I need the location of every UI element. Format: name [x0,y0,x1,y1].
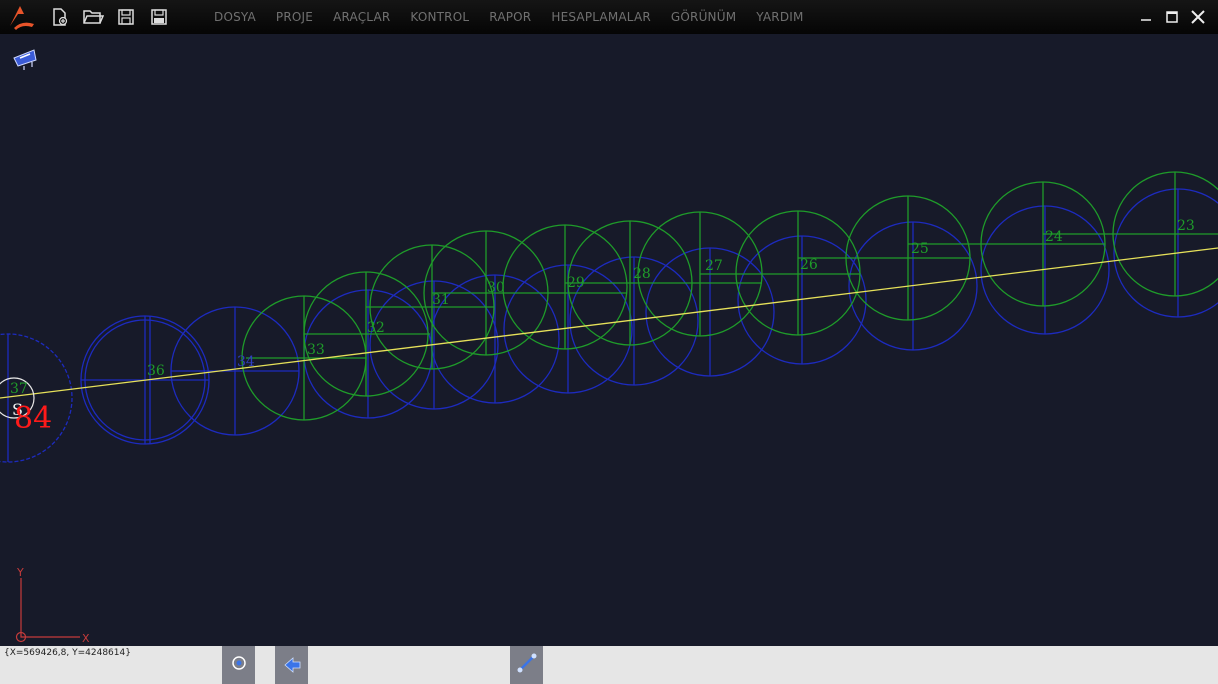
station-label: 24 [1045,229,1063,245]
section-circle [1113,188,1218,318]
station-label: 27 [705,258,723,274]
station-label: 34 [237,354,255,370]
menu-araclar[interactable]: ARAÇLAR [333,10,390,24]
drawing-canvas[interactable]: 23 24 25 26 27 28 29 30 31 32 33 34 36 3… [0,34,1218,646]
coordinate-readout: {X=569426,8, Y=4248614} [4,648,131,658]
station-label: 33 [307,342,325,358]
minimize-icon[interactable] [1134,5,1158,29]
snap-toggle-button[interactable] [222,646,255,684]
section-circle [0,333,73,463]
alignment-line[interactable] [0,247,1218,399]
menu-gorunum[interactable]: GÖRÜNÜM [671,10,736,24]
menu-hesaplamalar[interactable]: HESAPLAMALAR [551,10,651,24]
menu-kontrol[interactable]: KONTROL [410,10,469,24]
maximize-icon[interactable] [1160,5,1184,29]
station-labels: 23 24 25 26 27 28 29 30 31 32 33 34 36 3… [10,218,1195,397]
menu-proje[interactable]: PROJE [276,10,313,24]
title-bar: DOSYA PROJE ARAÇLAR KONTROL RAPOR HESAPL… [0,0,1218,34]
app-window: DOSYA PROJE ARAÇLAR KONTROL RAPOR HESAPL… [0,0,1218,684]
new-file-icon[interactable] [48,5,72,29]
start-number: 84 [14,401,52,436]
back-navigation-button[interactable] [275,646,308,684]
measure-tool-button[interactable] [510,646,543,684]
save-icon[interactable] [114,5,138,29]
station-label: 29 [567,275,585,291]
station-label: 36 [147,363,165,379]
status-bar: {X=569426,8, Y=4248614} [0,646,1218,684]
station-label: 31 [432,292,450,308]
station-label: 23 [1177,218,1195,234]
menu-dosya[interactable]: DOSYA [214,10,256,24]
menu-yardim[interactable]: YARDIM [756,10,803,24]
menu-rapor[interactable]: RAPOR [489,10,531,24]
station-label: 28 [633,266,651,282]
save-as-icon[interactable] [147,5,171,29]
ucs-axis-icon: Y X [15,566,90,645]
station-label: 25 [911,241,929,257]
arrow-back-icon [281,652,303,678]
station-label: 26 [800,257,818,273]
green-sections [241,171,1218,421]
station-label: 37 [10,381,28,397]
measure-line-icon [516,652,538,678]
blue-sections [0,188,1218,463]
open-folder-icon[interactable] [81,5,105,29]
window-controls [1132,0,1210,34]
app-logo-icon [4,0,38,34]
main-menu: DOSYA PROJE ARAÇLAR KONTROL RAPOR HESAPL… [214,10,824,24]
close-icon[interactable] [1186,5,1210,29]
target-icon [231,655,247,675]
view-cube-icon[interactable] [13,49,37,70]
station-label: 32 [367,320,385,336]
axis-x-label: X [82,632,90,645]
axis-y-label: Y [16,566,24,579]
station-label: 30 [487,280,505,296]
